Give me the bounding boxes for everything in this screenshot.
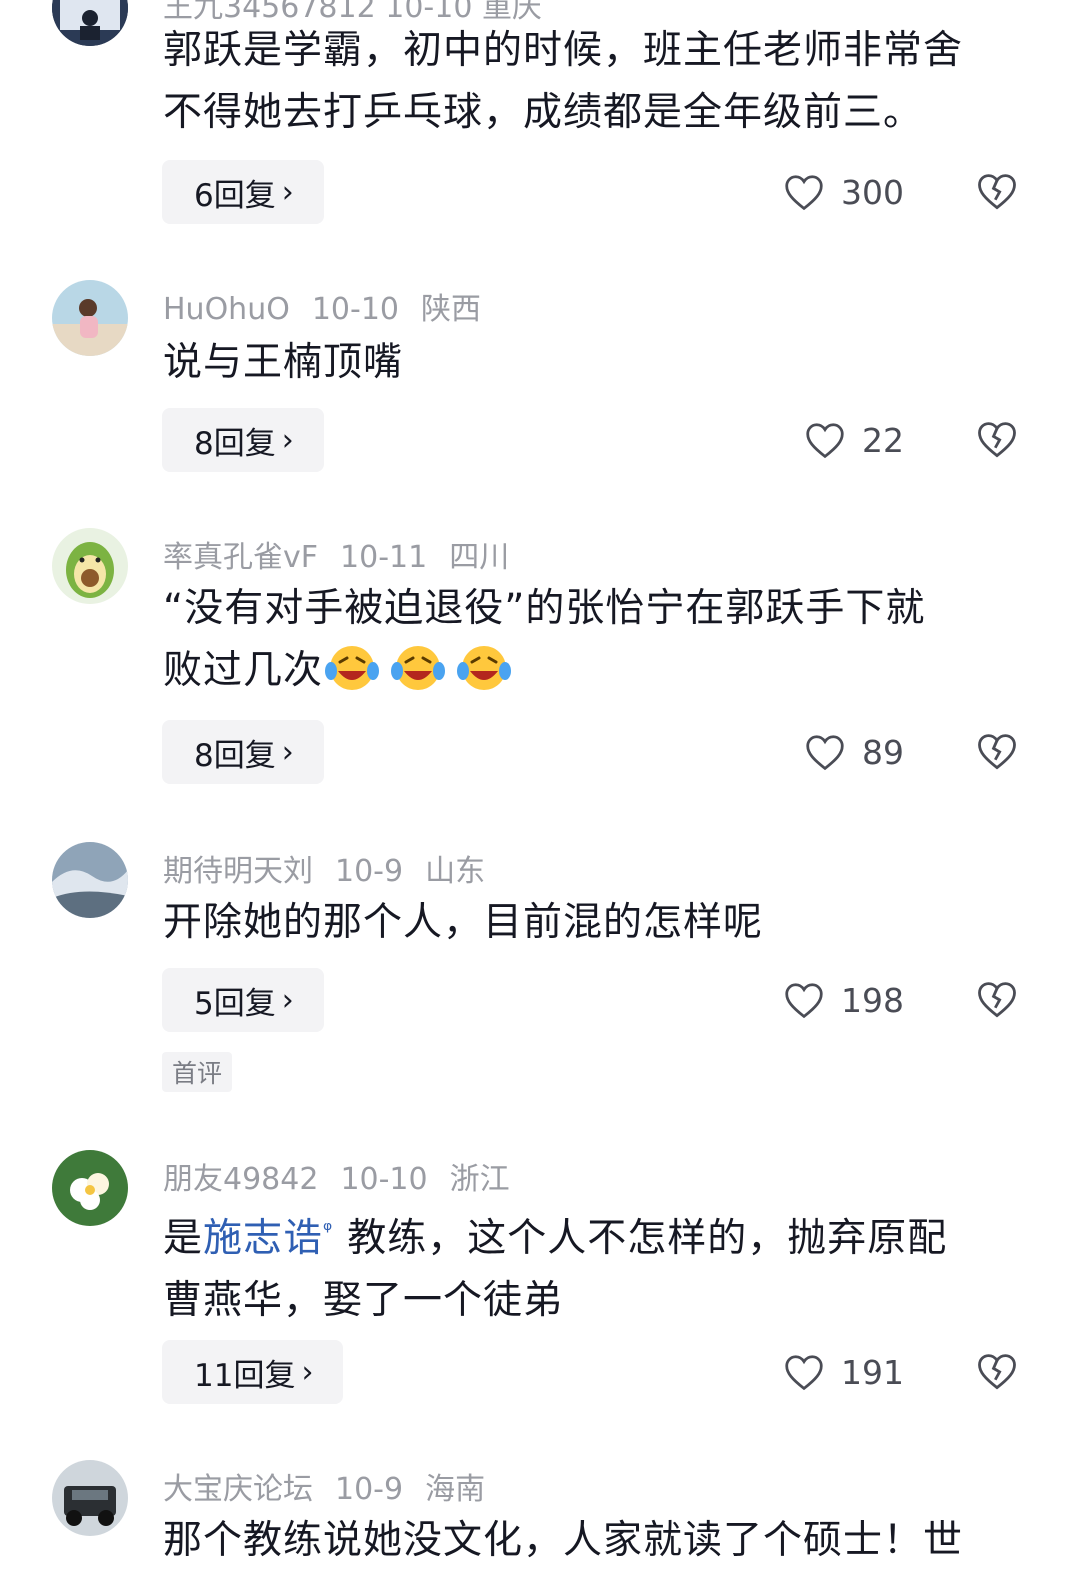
like-count: 89	[862, 732, 904, 772]
view-replies-button[interactable]: 8回复 ›	[162, 720, 324, 784]
comment-date: 10-9	[335, 1472, 404, 1507]
comment-text: 开除她的那个人，目前混的怎样呢	[163, 900, 764, 945]
search-icon[interactable]: ᵠ	[323, 1218, 333, 1243]
broken-heart-icon	[978, 422, 1016, 458]
first-comment-badge: 首评	[162, 1052, 233, 1092]
chevron-right-icon: ›	[281, 982, 294, 1018]
view-replies-button[interactable]: 8回复 ›	[162, 408, 324, 472]
username[interactable]: 期待明天刘	[163, 854, 313, 889]
broken-heart-icon	[978, 982, 1016, 1018]
heart-outline-icon	[806, 423, 844, 459]
comment-text: 是施志诰ᵠ 教练，这个人不怎样的，抛弃原配 曹燕华，娶了一个徒弟	[163, 1216, 948, 1323]
comment-text: 说与王楠顶嘴	[163, 340, 404, 385]
dislike-button[interactable]	[976, 731, 1018, 773]
view-replies-button[interactable]: 6回复 ›	[162, 160, 324, 224]
broken-heart-icon	[978, 734, 1016, 770]
like-count: 22	[862, 420, 904, 460]
view-replies-button[interactable]: 11回复 ›	[162, 1340, 344, 1404]
avatar[interactable]	[52, 280, 128, 356]
comment-region: 山东	[425, 854, 486, 889]
like-count: 300	[841, 172, 904, 212]
laughing-crying-emoji	[457, 646, 512, 690]
dislike-button[interactable]	[976, 1351, 1018, 1393]
comment-date: 10-9	[335, 854, 404, 889]
comment-region: 陕西	[421, 292, 482, 327]
view-replies-button[interactable]: 5回复 ›	[162, 968, 324, 1032]
comment-date: 10-11	[340, 540, 428, 575]
avatar[interactable]	[52, 1150, 128, 1226]
search-link[interactable]: 施志诰	[203, 1216, 323, 1261]
comment-meta: 期待明天刘 10-9 山东	[163, 846, 507, 890]
heart-outline-icon	[806, 735, 844, 771]
dislike-button[interactable]	[976, 979, 1018, 1021]
like-count: 198	[841, 980, 904, 1020]
username[interactable]: 率真孔雀vF	[163, 540, 318, 575]
broken-heart-icon	[978, 174, 1016, 210]
like-button[interactable]: 198	[783, 968, 904, 1032]
comment-meta: HuOhuO 10-10 陕西	[163, 284, 503, 328]
heart-outline-icon	[785, 175, 823, 211]
laughing-crying-emoji	[325, 646, 380, 690]
like-button[interactable]: 89	[804, 720, 904, 784]
username[interactable]: HuOhuO	[163, 292, 290, 327]
like-button[interactable]: 300	[783, 160, 904, 224]
chevron-right-icon: ›	[301, 1354, 314, 1390]
comment-text: 那个教练说她没文化，人家就读了个硕士！世	[163, 1518, 964, 1563]
username[interactable]: 大宝庆论坛	[163, 1472, 313, 1507]
heart-outline-icon	[785, 983, 823, 1019]
heart-outline-icon	[785, 1355, 823, 1391]
comment-meta: 朋友49842 10-10 浙江	[163, 1154, 532, 1198]
comment-region: 海南	[425, 1472, 486, 1507]
chevron-right-icon: ›	[281, 174, 294, 210]
comment-meta: 大宝庆论坛 10-9 海南	[163, 1464, 507, 1508]
comment-region: 浙江	[449, 1162, 510, 1197]
avatar[interactable]	[52, 1460, 128, 1536]
chevron-right-icon: ›	[281, 422, 294, 458]
comment-region: 四川	[449, 540, 510, 575]
broken-heart-icon	[978, 1354, 1016, 1390]
avatar[interactable]	[52, 842, 128, 918]
dislike-button[interactable]	[976, 171, 1018, 213]
comment-date: 10-10	[311, 292, 400, 327]
chevron-right-icon: ›	[281, 734, 294, 770]
avatar[interactable]	[52, 528, 128, 604]
comment-text: 郭跃是学霸，初中的时候，班主任老师非常舍 不得她去打乒乓球，成绩都是全年级前三。	[163, 28, 964, 135]
laughing-crying-emoji	[391, 646, 446, 690]
comment-date: 10-10	[340, 1162, 428, 1197]
username[interactable]: 朋友49842	[163, 1162, 318, 1197]
like-count: 191	[841, 1352, 904, 1392]
comment-meta: 率真孔雀vF 10-11 四川	[163, 532, 531, 576]
comment-text: “没有对手被迫退役”的张怡宁在郭跃手下就 败过几次	[163, 586, 926, 693]
dislike-button[interactable]	[976, 419, 1018, 461]
like-button[interactable]: 22	[804, 408, 904, 472]
like-button[interactable]: 191	[783, 1340, 904, 1404]
avatar[interactable]	[52, 0, 128, 46]
